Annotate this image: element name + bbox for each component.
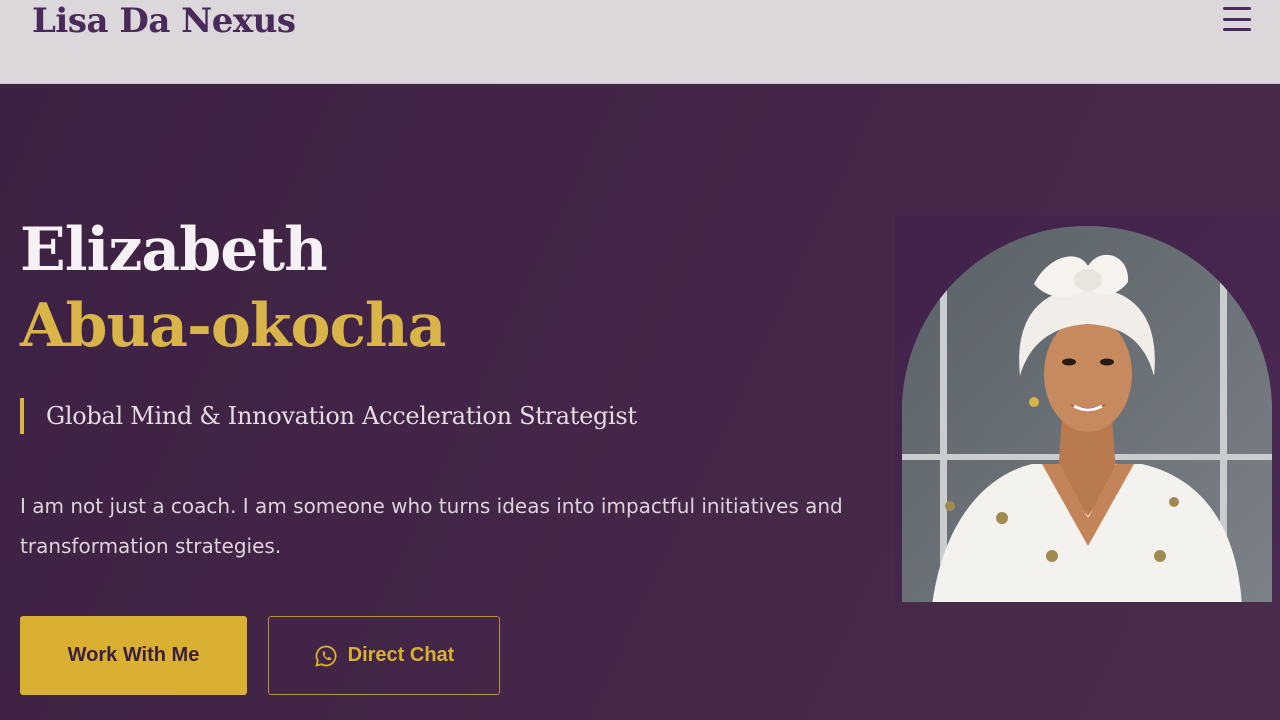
menu-line [1223,7,1251,10]
direct-chat-label: Direct Chat [347,644,455,666]
hero-tagline: Global Mind & Innovation Acceleration St… [46,402,637,430]
hero-section: Elizabeth Abua-okocha Global Mind & Inno… [0,84,1280,720]
hero-last-name: Abua-okocha [20,291,447,361]
brand-logo[interactable]: Lisa Da Nexus [32,0,296,42]
menu-line [1223,17,1251,21]
hero-intro-text: I am not just a coach. I am someone who … [20,494,843,558]
direct-chat-button[interactable]: Direct Chat [268,616,500,695]
hero-first-name: Elizabeth [20,215,328,285]
whatsapp-icon [314,644,338,668]
hamburger-menu-icon[interactable] [1220,4,1254,34]
portrait-frame [895,216,1280,602]
portrait-photo [902,226,1272,602]
site-header: Lisa Da Nexus [0,0,1280,84]
work-with-me-button[interactable]: Work With Me [20,616,247,695]
tagline-accent-bar [20,398,24,434]
portrait-illustration [902,226,1272,602]
menu-line [1223,28,1251,31]
